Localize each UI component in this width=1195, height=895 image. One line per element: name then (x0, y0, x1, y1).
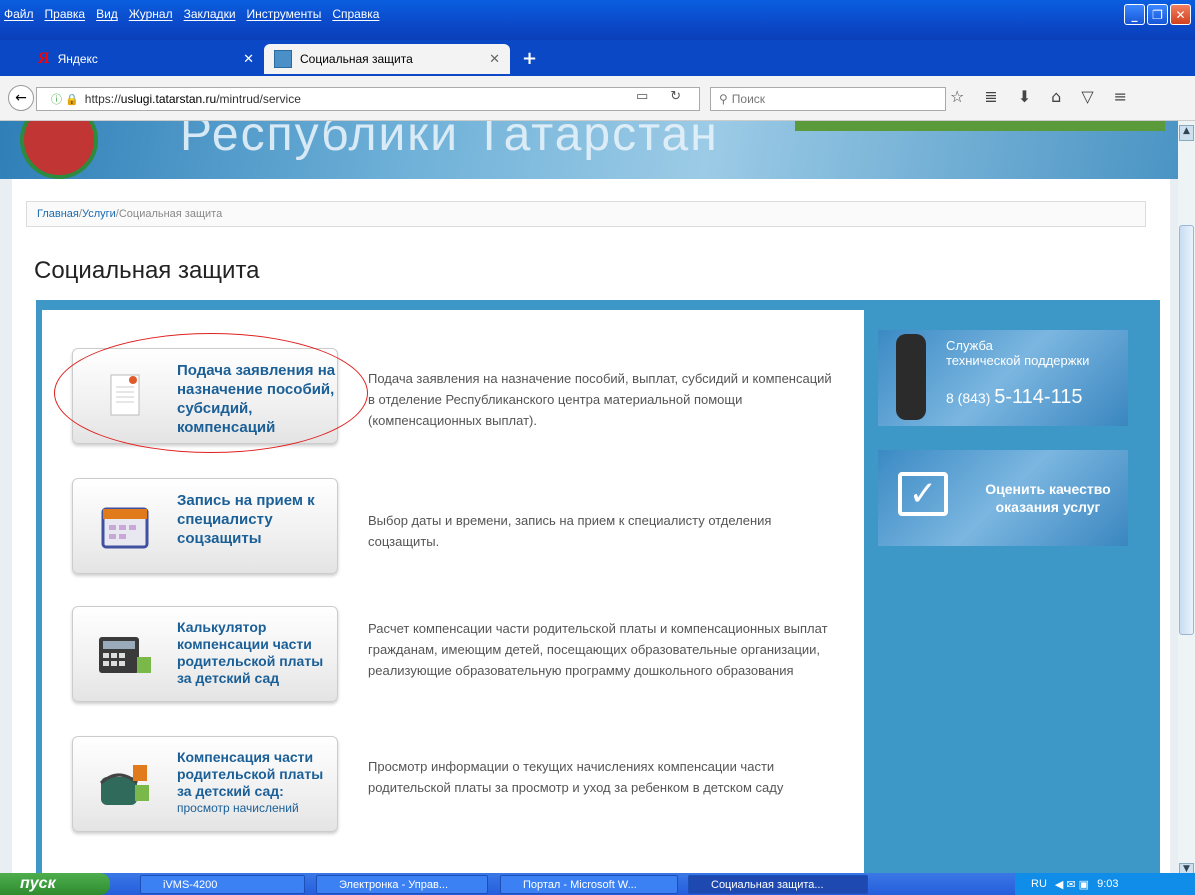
taskbar-item[interactable]: iVMS-4200 (140, 875, 305, 894)
search-input[interactable]: ⚲ Поиск (710, 87, 946, 111)
maximize-button[interactable]: ❐ (1147, 4, 1168, 25)
reader-view-icon[interactable]: ▭ (636, 89, 648, 104)
taskbar-item[interactable]: Электронка - Управ... (316, 875, 488, 894)
taskbar-item-active[interactable]: Социальная защита... (688, 875, 868, 894)
menu-file[interactable]: Файл (4, 7, 34, 21)
services-panel: Подача заявления на назначение пособий, … (36, 300, 1160, 883)
menu-history[interactable]: Журнал (129, 7, 173, 21)
banner-green-bar (795, 121, 1165, 131)
info-lock-icon[interactable]: ⓘ 🔒 (51, 91, 79, 107)
minimize-button[interactable]: _ (1124, 4, 1145, 25)
phone-icon (896, 334, 926, 420)
close-tab-icon[interactable]: ✕ (243, 52, 254, 67)
system-tray: RU ◀ ✉ ▣ 9:03 (1015, 873, 1195, 895)
home-icon[interactable]: ⌂ (1051, 87, 1061, 106)
site-favicon-icon (274, 50, 292, 68)
navigation-bar: ← ⓘ 🔒 https://uslugi.tatarstan.ru/mintru… (0, 76, 1195, 121)
service-label: Запись на прием к специалисту соцзащиты (177, 492, 315, 547)
page-title: Социальная защита (34, 257, 260, 284)
service-label: Компенсация части родительской платы за … (177, 749, 337, 817)
vertical-scrollbar[interactable]: ▲ ▼ (1178, 121, 1195, 883)
support-title: Служба технической поддержки (946, 338, 1089, 368)
yandex-icon: Я (38, 50, 50, 67)
menu-tools[interactable]: Инструменты (247, 7, 322, 21)
service-label-main: Компенсация части родительской платы за … (177, 749, 324, 799)
wallet-icon (100, 765, 149, 805)
calendar-icon (101, 507, 149, 549)
checkmark-icon: ✓ (898, 472, 948, 516)
services-list: Подача заявления на назначение пособий, … (42, 310, 864, 883)
tatarstan-emblem-icon (20, 121, 98, 179)
support-line1: Служба (946, 338, 993, 353)
back-button[interactable]: ← (8, 85, 34, 111)
url-prefix: https:// (84, 92, 121, 106)
reload-icon[interactable]: ↻ (670, 89, 681, 104)
tab-label: Социальная защита (300, 52, 413, 66)
main-content: Главная / Услуги / Социальная защита Соц… (12, 179, 1170, 883)
close-window-button[interactable]: ✕ (1170, 4, 1191, 25)
hamburger-menu-icon[interactable]: ≡ (1114, 87, 1127, 106)
rate-quality-label: Оценить качество оказания услуг (985, 481, 1111, 515)
support-number: 5-114-115 (994, 386, 1083, 408)
service-appointment-button[interactable]: Запись на прием к специалисту соцзащиты (72, 478, 338, 574)
service-description: Расчет компенсации части родительской пл… (368, 621, 828, 678)
search-placeholder: Поиск (731, 92, 766, 106)
url-bar[interactable]: ⓘ 🔒 https://uslugi.tatarstan.ru/mintrud/… (36, 87, 700, 111)
support-line2: технической поддержки (946, 353, 1090, 368)
url-path: /mintrud/service (216, 92, 301, 106)
service-description: Выбор даты и времени, запись на прием к … (368, 513, 772, 549)
tab-strip: Я Яндекс ✕ Социальная защита ✕ + (0, 40, 1195, 76)
service-calculator-button[interactable]: Калькулятор компенсации части родительск… (72, 606, 338, 702)
menu-view[interactable]: Вид (96, 7, 118, 21)
page-viewport: Республики Татарстан Главная / Услуги / … (0, 121, 1178, 883)
menu-bookmarks[interactable]: Закладки (184, 7, 236, 21)
support-banner[interactable]: Служба технической поддержки 8 (843) 5-1… (878, 330, 1128, 426)
rate-quality-banner[interactable]: ✓ Оценить качество оказания услуг (878, 450, 1128, 546)
service-description: Просмотр информации о текущих начисления… (368, 759, 784, 795)
menu-help[interactable]: Справка (332, 7, 379, 21)
tab-social-protection[interactable]: Социальная защита ✕ (264, 44, 510, 74)
breadcrumb-current: Социальная защита (118, 208, 223, 220)
window-titlebar: Файл Правка Вид Журнал Закладки Инструме… (0, 0, 1195, 40)
bookmarks-list-icon[interactable]: ≣ (984, 87, 997, 106)
toolbar-icons: ☆ ≣ ⬇ ⌂ ▽ ≡ (950, 87, 1127, 106)
clock: 9:03 (1097, 878, 1119, 890)
service-label: Калькулятор компенсации части родительск… (177, 619, 324, 686)
windows-taskbar: пуск iVMS-4200 Электронка - Управ... Пор… (0, 873, 1195, 895)
search-icon: ⚲ (719, 92, 728, 106)
site-banner: Республики Татарстан (0, 121, 1178, 179)
language-indicator[interactable]: RU (1031, 878, 1047, 890)
service-label-sub: просмотр начислений (177, 801, 299, 815)
service-description: Подача заявления на назначение пособий, … (368, 371, 832, 428)
breadcrumb-services-link[interactable]: Услуги (82, 208, 116, 220)
tab-yandex[interactable]: Я Яндекс ✕ (28, 44, 264, 74)
banner-title: Республики Татарстан (180, 121, 719, 161)
downloads-icon[interactable]: ⬇ (1018, 87, 1031, 106)
bookmark-star-icon[interactable]: ☆ (950, 87, 964, 106)
new-tab-icon[interactable]: + (522, 48, 537, 69)
menu-bar: Файл Правка Вид Журнал Закладки Инструме… (4, 7, 379, 21)
breadcrumb: Главная / Услуги / Социальная защита (26, 201, 1146, 227)
service-accruals-button[interactable]: Компенсация части родительской платы за … (72, 736, 338, 832)
menu-edit[interactable]: Правка (45, 7, 86, 21)
tray-icons: ◀ ✉ ▣ (1054, 878, 1090, 891)
url-actions: ▭ ↻ (636, 89, 681, 104)
url-host: uslugi.tatarstan.ru (120, 92, 217, 106)
scroll-thumb[interactable] (1179, 225, 1194, 635)
start-button[interactable]: пуск (0, 873, 110, 895)
scroll-up-icon[interactable]: ▲ (1179, 125, 1194, 141)
window-controls: _ ❐ ✕ (1124, 4, 1191, 25)
pocket-icon[interactable]: ▽ (1081, 87, 1093, 106)
tab-label: Яндекс (57, 52, 98, 66)
support-code: 8 (843) (946, 390, 991, 406)
taskbar-item[interactable]: Портал - Microsoft W... (500, 875, 678, 894)
calculator-icon (99, 637, 151, 673)
close-tab-icon[interactable]: ✕ (489, 52, 500, 67)
red-annotation-oval (54, 333, 368, 453)
breadcrumb-home-link[interactable]: Главная (37, 208, 79, 220)
support-phone: 8 (843) 5-114-115 (946, 386, 1082, 409)
